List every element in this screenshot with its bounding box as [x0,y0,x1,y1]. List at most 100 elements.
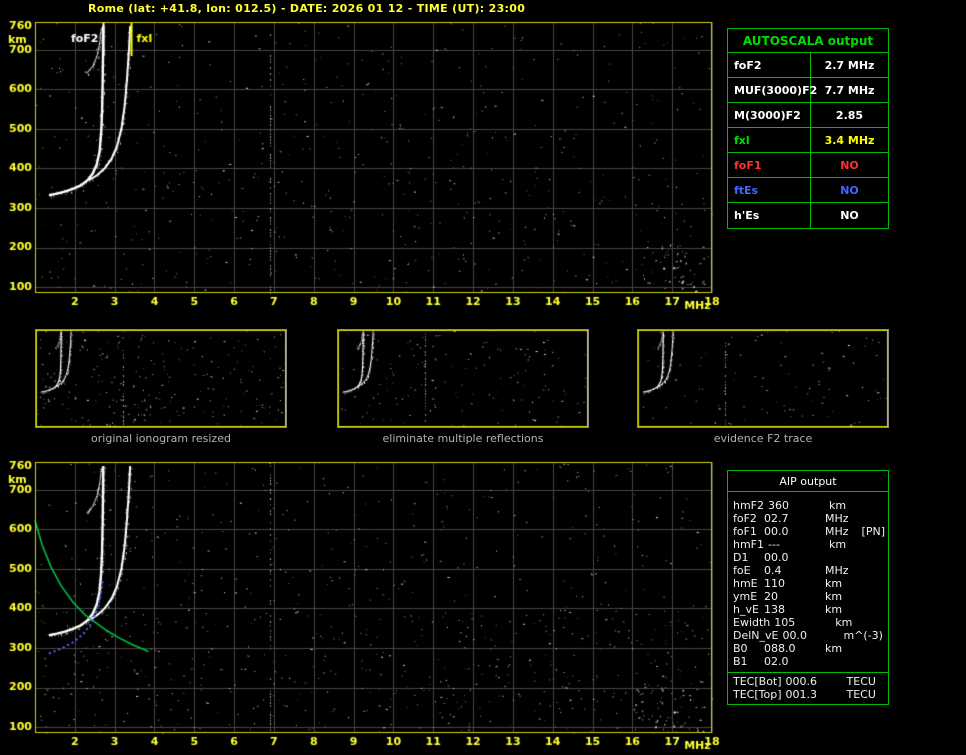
aip-row-value: 138 [764,603,785,616]
aip-row-unit [825,655,888,668]
aip-row-value: 088.0 [764,642,796,655]
aip-row-value: 000.6 [785,675,818,688]
autoscala-row-value: NO [840,184,859,197]
aip-row-value: --- [768,538,780,551]
aip-row-name: DelN_vE [733,629,779,642]
aip-row-unit: km [825,642,843,655]
aip-row: DelN_vE 00.0 m^(-3) [728,629,888,642]
aip-row-unit: MHz [825,525,849,538]
aip-row-unit: km [835,616,853,629]
aip-row-unit: km [829,499,847,512]
thumbnail-caption-original: original ionogram resized [91,432,231,445]
autoscala-row: foF2 2.7 MHz [728,53,888,78]
aip-row-value: 02.7 [764,512,789,525]
autoscala-row-value: 2.7 MHz [824,59,875,72]
aip-row-value: 00.0 [764,525,789,538]
aip-row-name: hmF2 [733,499,765,512]
aip-row-name: foE [733,564,751,577]
autoscala-row-label: M(3000)F2 [728,103,811,127]
aip-row-value: 110 [764,577,785,590]
thumbnail-eliminate-reflections [337,329,589,428]
aip-row: TEC[Top] 001.3 TECU [728,688,888,701]
aip-row-name: B1 [733,655,748,668]
top-ionogram-canvas [0,16,720,312]
aip-row: Ewidth 105 km [728,616,888,629]
thumbnail-original-canvas [36,330,286,427]
aip-row-name: Ewidth [733,616,771,629]
aip-row: B0 088.0 km [728,642,888,655]
aip-row-unit: km [825,590,843,603]
aip-row: ymE 20 km [728,590,888,603]
autoscala-row-value: 2.85 [835,109,864,122]
autoscala-row: MUF(3000)F2 7.7 MHz [728,78,888,103]
thumbnail-eliminate-canvas [338,330,588,427]
autoscala-row: ftEs NO [728,178,888,203]
aip-row-unit: MHz [825,564,849,577]
autoscala-row-value: 7.7 MHz [824,84,875,97]
aip-row: TEC[Bot] 000.6 TECU [728,675,888,688]
aip-row-name: D1 [733,551,749,564]
aip-row-value: 00.0 [764,551,789,564]
aip-row: foF2 02.7 MHz [728,512,888,525]
aip-row-flag: [PN] [861,525,885,538]
aip-row-unit: TECU [846,675,876,688]
thumbnail-caption-evidence: evidence F2 trace [713,432,813,445]
autoscala-row-label: foF2 [728,53,811,77]
aip-row-unit: TECU [846,688,876,701]
aip-row: D1 00.0 [728,551,888,564]
aip-row-unit: km [829,538,847,551]
aip-row-name: TEC[Top] [733,688,782,701]
aip-row-unit: km [825,603,843,616]
autoscala-row-label: MUF(3000)F2 [728,78,817,102]
autoscala-row-label: h'Es [728,203,811,228]
aip-row-value: 001.3 [785,688,818,701]
aip-row-unit [825,551,888,564]
autoscala-table-rows: foF2 2.7 MHz MUF(3000)F2 7.7 MHz M(3000)F2 2.… [728,53,888,228]
autoscala-row-label: foF1 [728,153,811,177]
aip-row-unit: km [825,577,843,590]
aip-row-value: 105 [774,616,796,629]
aip-row-name: foF2 [733,512,757,525]
aip-row-unit: MHz [825,512,849,525]
autoscala-row-value: 3.4 MHz [824,134,875,147]
autoscala-row-value: NO [840,209,859,222]
thumbnail-evidence-f2 [637,329,889,428]
aip-row: hmE 110 km [728,577,888,590]
aip-row-value: 00.0 [782,629,807,642]
autoscala-row: fxl 3.4 MHz [728,128,888,153]
page-title: Rome (lat: +41.8, lon: 012.5) - DATE: 20… [88,2,526,15]
aip-row-name: foF1 [733,525,757,538]
aip-row-name: hmE [733,577,758,590]
aip-row-value: 360 [768,499,790,512]
aip-row: hmF1 --- km [728,538,888,551]
aip-row-value: 20 [764,590,778,603]
autoscala-row: h'Es NO [728,203,888,228]
aip-row-name: B0 [733,642,748,655]
aip-table-rows: hmF2 360 km foF2 02.7 MHz foF1 00.0 MHz [PN] hmF1-… [728,492,888,668]
aip-row: foE 0.4 MHz [728,564,888,577]
autoscala-row-label: fxl [728,128,811,152]
aip-row-value: 02.0 [764,655,789,668]
autoscala-output-table: AUTOSCALA output foF2 2.7 MHz MUF(3000)F2 7… [727,28,889,229]
aip-row: B1 02.0 [728,655,888,668]
thumbnail-caption-eliminate: eliminate multiple reflections [382,432,544,445]
aip-row-name: ymE [733,590,758,603]
autoscala-row: foF1 NO [728,153,888,178]
aip-row: foF1 00.0 MHz [PN] [728,525,888,538]
thumbnail-original-ionogram [35,329,287,428]
aip-row: h_vE 138 km [728,603,888,616]
autoscala-row: M(3000)F2 2.85 [728,103,888,128]
aip-row: hmF2 360 km [728,499,888,512]
aip-row-name: TEC[Bot] [733,675,782,688]
autoscala-row-value: NO [840,159,859,172]
thumbnail-evidence-canvas [638,330,888,427]
aip-row-name: hmF1 [733,538,765,551]
aip-row-value: 0.4 [764,564,782,577]
aip-table-title: AIP output [728,471,888,492]
aip-row-name: h_vE [733,603,759,616]
aip-tec-rows: TEC[Bot] 000.6 TECU TEC[Top] 001.3 TECU [728,672,888,704]
bottom-ionogram-canvas [0,456,720,752]
autoscala-table-title: AUTOSCALA output [728,29,888,53]
autoscala-row-label: ftEs [728,178,811,202]
aip-output-table: AIP output hmF2 360 km foF2 02.7 MHz foF1 00.0 M… [727,470,889,705]
